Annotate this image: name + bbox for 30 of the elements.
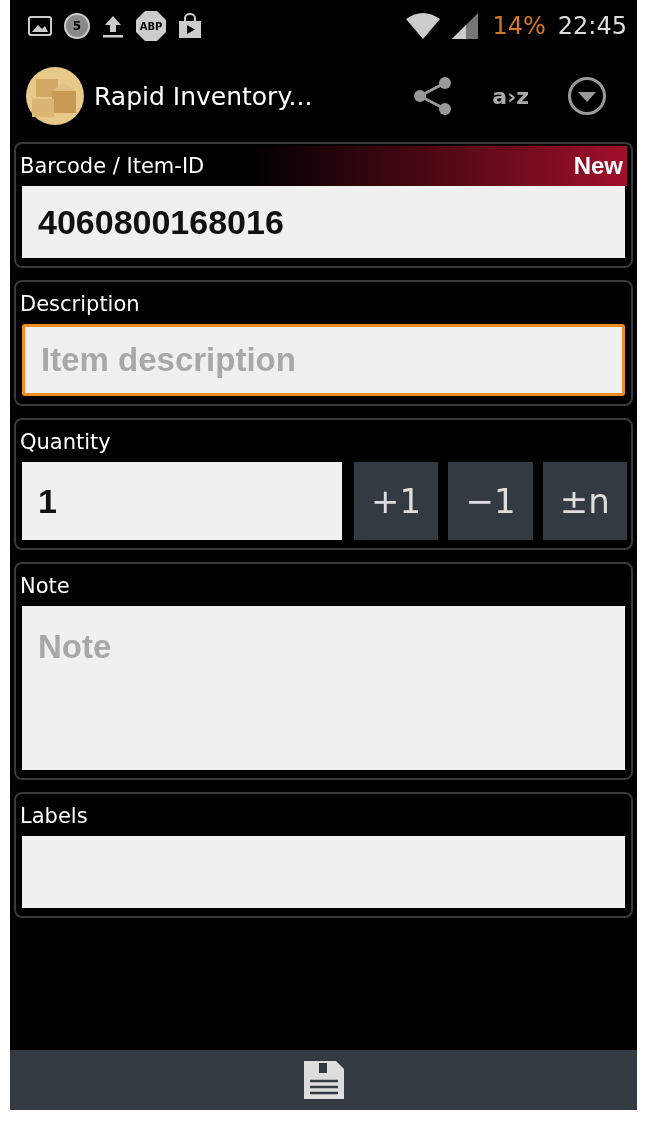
field-label: Labels xyxy=(20,804,89,828)
field-placeholder: Item description xyxy=(41,341,296,379)
mail-count-icon: 5 xyxy=(64,13,90,39)
quantity-button[interactable]: +1 xyxy=(354,462,439,540)
field-value: 4060800168016 xyxy=(38,202,284,242)
save-icon[interactable] xyxy=(302,1060,345,1100)
upload-icon xyxy=(102,14,124,38)
field-label: Note xyxy=(20,574,71,598)
boxes-logo-icon xyxy=(26,67,84,125)
app-title: Rapid Inventory... xyxy=(94,81,313,111)
wifi-icon xyxy=(406,13,441,39)
field-value: 1 xyxy=(38,481,57,521)
input-field[interactable]: 1 xyxy=(22,462,342,540)
status-label: New xyxy=(573,152,624,180)
input-field[interactable] xyxy=(22,836,625,908)
store-bag-icon xyxy=(178,13,202,39)
signal-icon xyxy=(452,13,479,39)
battery-level: 14% xyxy=(492,12,546,40)
image-icon xyxy=(28,16,52,36)
quantity-button[interactable]: ±n xyxy=(542,462,627,540)
sort-button[interactable]: a›z xyxy=(486,83,535,109)
clock-time: 22:45 xyxy=(557,12,627,40)
field-label: Barcode / Item-ID xyxy=(20,154,206,178)
quantity-button[interactable]: −1 xyxy=(448,462,533,540)
dropdown-icon[interactable] xyxy=(567,76,607,116)
adblock-icon: ABP xyxy=(136,11,166,41)
field-placeholder: Note xyxy=(38,628,112,666)
input-field[interactable]: 4060800168016 xyxy=(22,186,625,258)
field-label: Quantity xyxy=(20,430,112,454)
field-label: Description xyxy=(20,292,141,316)
